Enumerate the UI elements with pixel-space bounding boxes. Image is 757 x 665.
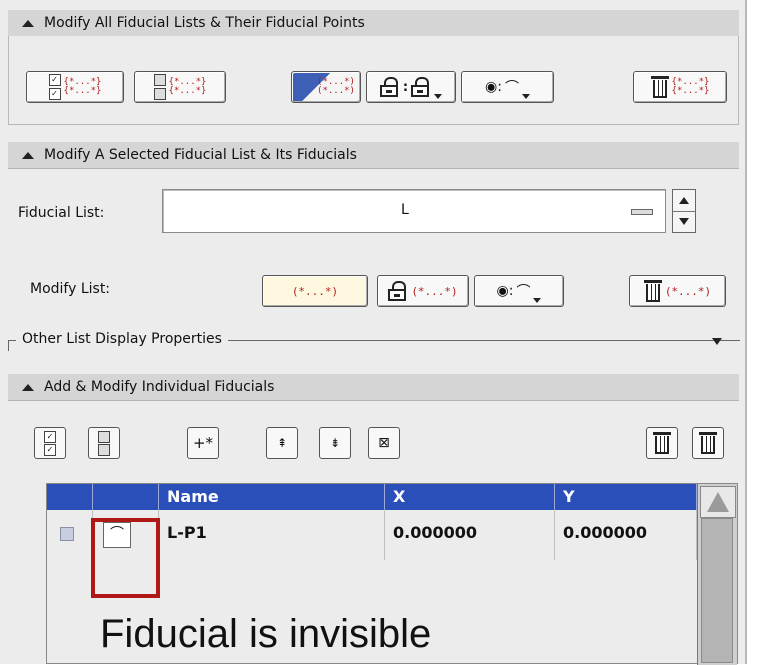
up-arrow-icon bbox=[679, 197, 689, 204]
expand-arrow-icon[interactable] bbox=[712, 338, 722, 345]
hide-all-button[interactable]: {*...*} {*...*} bbox=[134, 71, 226, 103]
closed-eye-icon: ⌒ bbox=[504, 80, 519, 96]
move-down-button[interactable]: ⇟ bbox=[319, 427, 351, 459]
checked-boxes-icon: ✓ ✓ bbox=[48, 74, 61, 100]
other-display-toggle[interactable]: Other List Display Properties bbox=[16, 331, 228, 347]
section-title: Modify A Selected Fiducial List & Its Fi… bbox=[44, 147, 357, 163]
fiducial-pair-icon: {*...*} {*...*} bbox=[168, 77, 207, 96]
trash-icon bbox=[643, 280, 662, 302]
combo-handle-icon bbox=[631, 209, 653, 215]
section-title: Add & Modify Individual Fiducials bbox=[44, 379, 275, 395]
target-box-icon: ⊠ bbox=[378, 435, 390, 451]
dropdown-caret-icon bbox=[434, 94, 443, 99]
lock-all-button[interactable]: : bbox=[366, 71, 456, 103]
table-row-select-cell[interactable] bbox=[47, 510, 93, 560]
list-delete-button[interactable]: (*...*) bbox=[629, 275, 726, 307]
fiducial-pair-icon: {*...*} {*...*} bbox=[63, 77, 102, 96]
center-on-fiducial-button[interactable]: ⊠ bbox=[368, 427, 400, 459]
row-select-checkbox[interactable] bbox=[60, 527, 74, 541]
fiducial-pair-icon: {*...*} {*...*} bbox=[671, 77, 710, 96]
color-pair-icon: (*...*) (*...*) bbox=[317, 77, 355, 96]
section-header-individual[interactable]: Add & Modify Individual Fiducials bbox=[8, 374, 739, 401]
lock-icon bbox=[388, 281, 408, 301]
section-header-all-lists[interactable]: Modify All Fiducial Lists & Their Fiduci… bbox=[8, 10, 739, 37]
table-row-x[interactable]: 0.000000 bbox=[385, 510, 555, 560]
move-down-icon: ⇟ bbox=[329, 436, 341, 450]
vertical-scrollbar[interactable] bbox=[697, 484, 737, 665]
color-all-button[interactable]: (*...*) (*...*) bbox=[291, 71, 361, 103]
move-up-icon: ⇞ bbox=[276, 436, 288, 450]
column-header-select[interactable] bbox=[47, 484, 93, 510]
add-fiducial-button[interactable]: +* bbox=[187, 427, 219, 459]
plus-star-icon: +* bbox=[192, 434, 214, 452]
lock-icon bbox=[379, 77, 400, 97]
collapse-triangle-icon bbox=[22, 383, 34, 391]
eye-icon: ◉: bbox=[485, 79, 502, 95]
collapse-triangle-icon bbox=[22, 151, 34, 159]
list-spinner[interactable] bbox=[672, 189, 696, 233]
column-header-x[interactable]: X bbox=[385, 484, 555, 510]
collapse-triangle-icon bbox=[22, 19, 34, 27]
closed-eye-icon: ⌒ bbox=[516, 284, 531, 300]
scroll-thumb[interactable] bbox=[701, 518, 733, 663]
visibility-highlight-box bbox=[91, 518, 160, 598]
delete-all-button[interactable]: {*...*} {*...*} bbox=[633, 71, 727, 103]
trash-icon bbox=[699, 432, 717, 454]
dropdown-caret-icon bbox=[521, 94, 530, 99]
spin-down-button[interactable] bbox=[673, 211, 695, 232]
section-header-selected-list[interactable]: Modify A Selected Fiducial List & Its Fi… bbox=[8, 142, 739, 169]
show-all-button[interactable]: ✓ ✓ {*...*} {*...*} bbox=[26, 71, 124, 103]
fiducial-list-label: Fiducial List: bbox=[18, 205, 105, 221]
annotation-caption: Fiducial is invisible bbox=[100, 612, 432, 656]
starburst-pair-icon: (*...*) bbox=[291, 284, 339, 298]
column-header-visibility[interactable] bbox=[93, 484, 159, 510]
deselect-all-fiducials-button[interactable] bbox=[88, 427, 120, 459]
list-color-button[interactable]: (*...*) bbox=[262, 275, 368, 307]
eye-icon: ◉: bbox=[496, 283, 514, 299]
select-all-fiducials-button[interactable]: ✓ ✓ bbox=[34, 427, 66, 459]
column-header-y[interactable]: Y bbox=[555, 484, 697, 510]
spin-up-button[interactable] bbox=[673, 190, 695, 212]
table-row-y[interactable]: 0.000000 bbox=[555, 510, 697, 560]
list-lock-button[interactable]: (*...*) bbox=[377, 275, 469, 307]
table-row-name[interactable]: L-P1 bbox=[159, 510, 385, 560]
column-header-name[interactable]: Name bbox=[159, 484, 385, 510]
modify-list-label: Modify List: bbox=[30, 281, 111, 297]
visibility-all-button[interactable]: ◉: ⌒ bbox=[461, 71, 554, 103]
move-up-button[interactable]: ⇞ bbox=[266, 427, 298, 459]
unchecked-boxes-icon bbox=[98, 430, 110, 456]
dropdown-caret-icon bbox=[533, 298, 542, 303]
list-visibility-button[interactable]: ◉: ⌒ bbox=[474, 275, 564, 307]
up-arrow-icon bbox=[707, 492, 729, 512]
selected-list-value: L bbox=[401, 202, 409, 218]
down-arrow-icon bbox=[679, 218, 689, 225]
scroll-up-button[interactable] bbox=[700, 486, 736, 518]
delete-selected-button[interactable] bbox=[646, 427, 678, 459]
trash-icon bbox=[650, 76, 669, 98]
lock-icon bbox=[411, 77, 431, 97]
unchecked-boxes-icon bbox=[153, 74, 166, 100]
delete-all-fiducials-button[interactable] bbox=[692, 427, 724, 459]
fiducial-list-selector[interactable]: L bbox=[162, 189, 666, 233]
section-title: Modify All Fiducial Lists & Their Fiduci… bbox=[44, 15, 365, 31]
checked-boxes-icon: ✓ ✓ bbox=[44, 430, 56, 456]
trash-icon bbox=[653, 432, 671, 454]
